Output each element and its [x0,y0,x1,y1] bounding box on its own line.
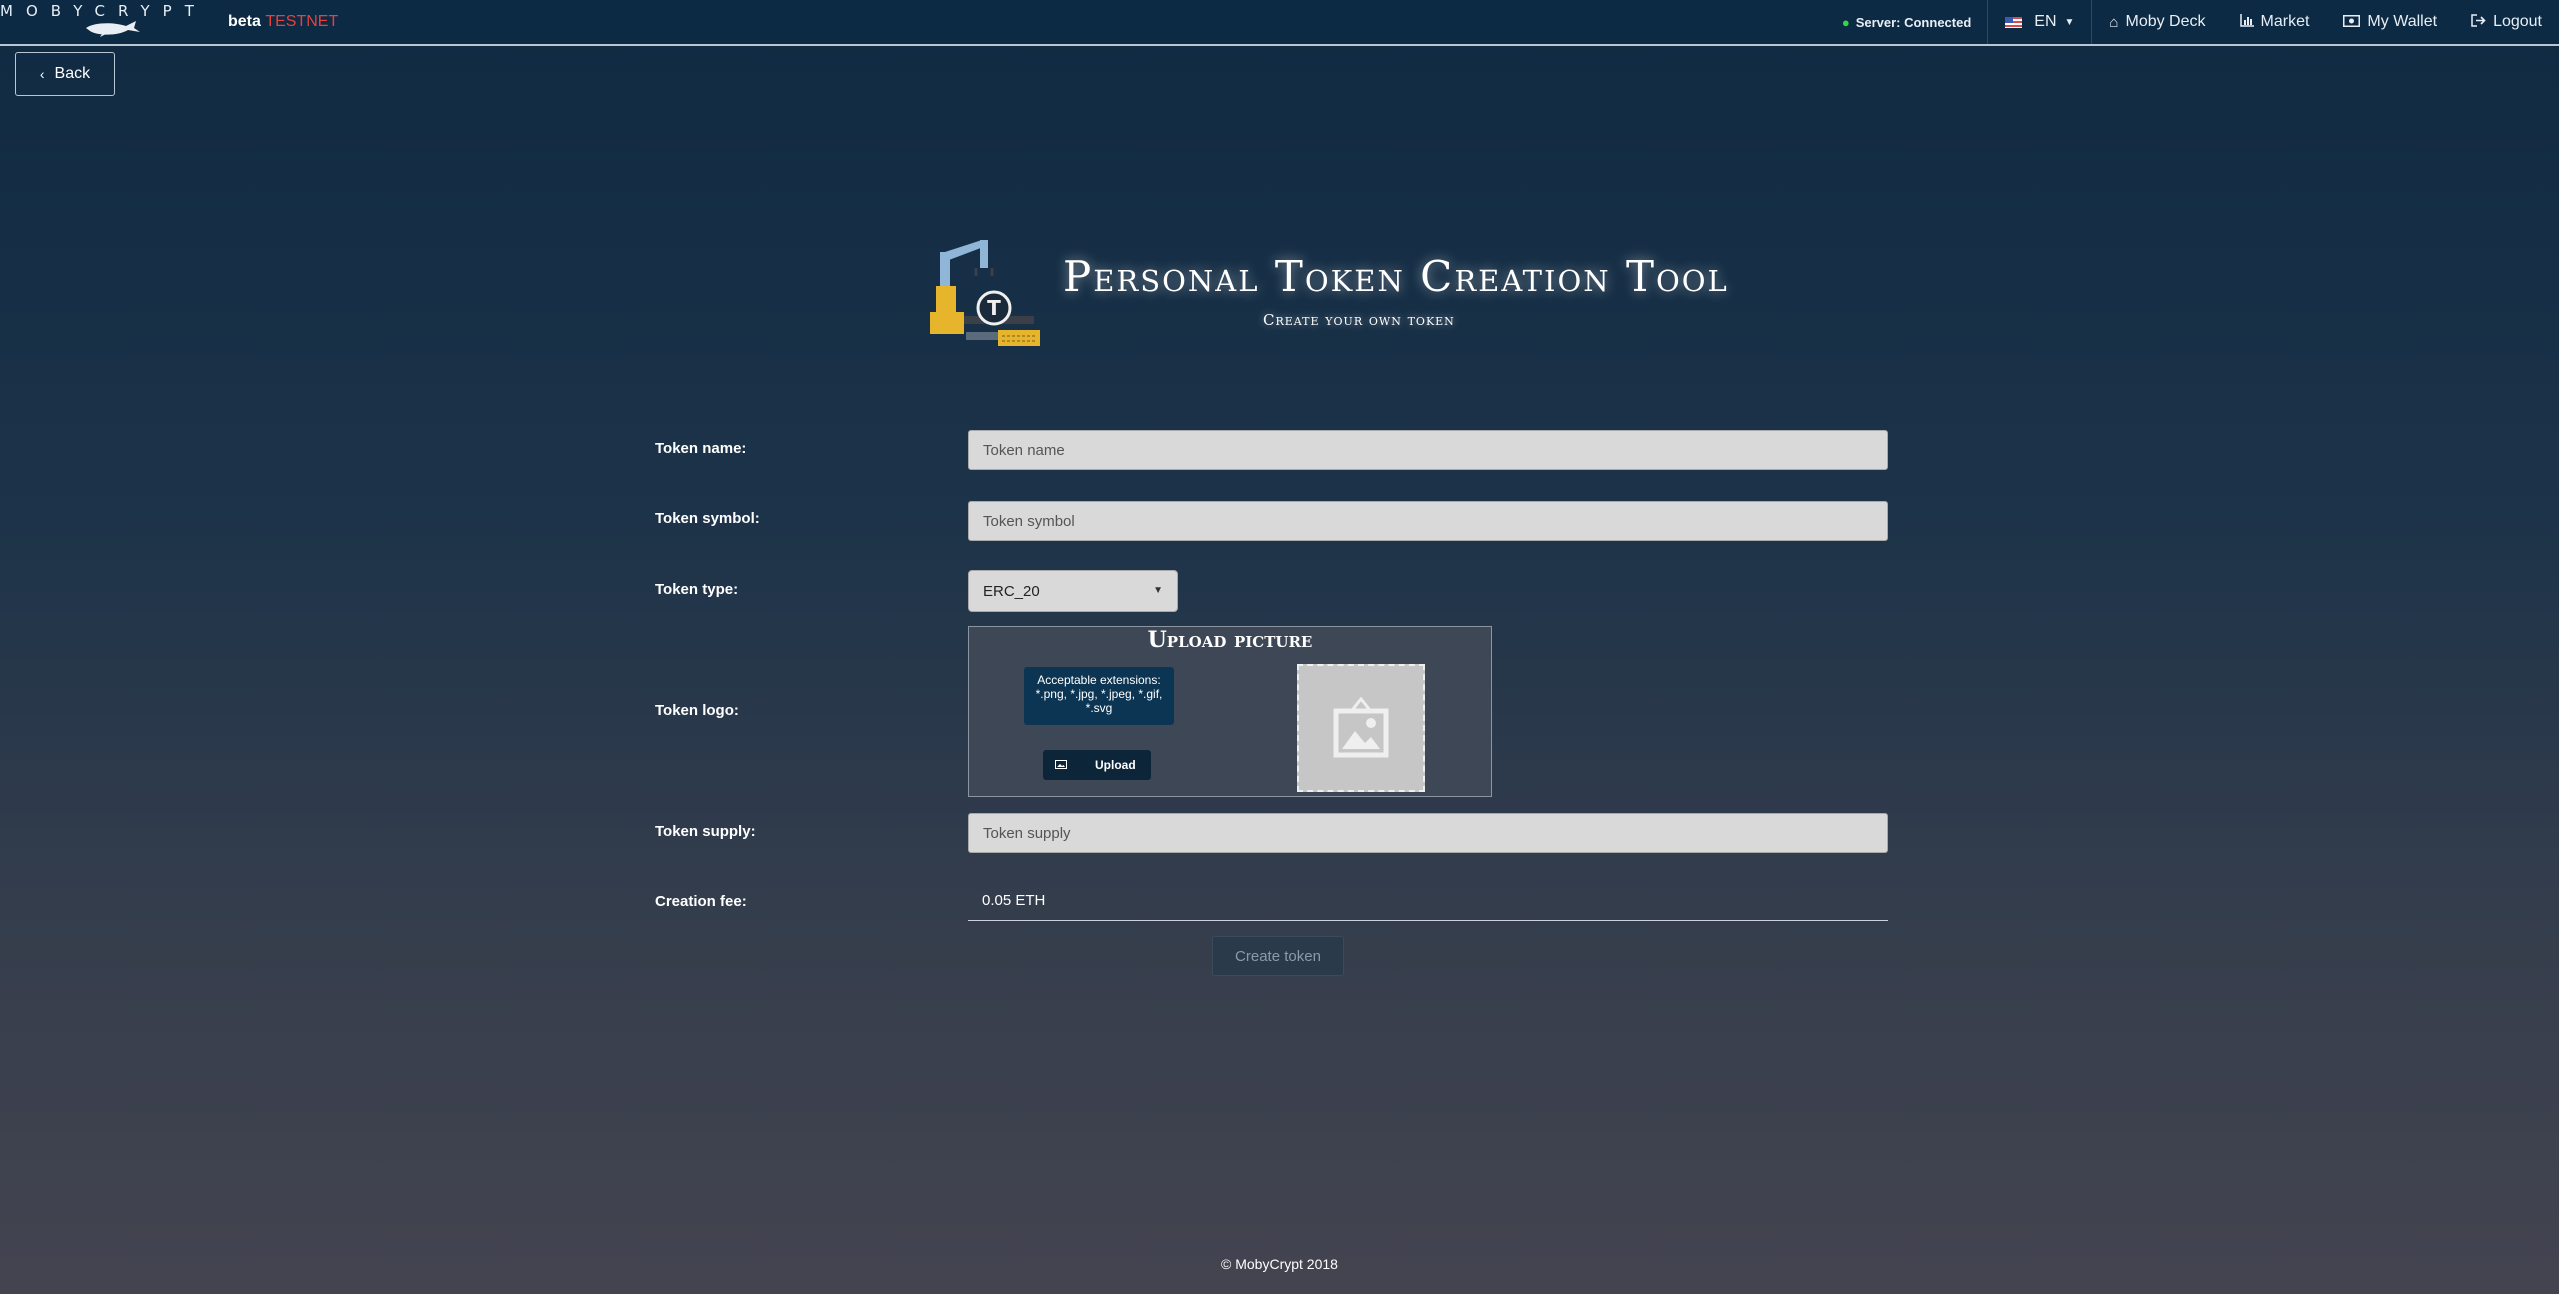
token-logo-label: Token logo: [655,702,739,719]
token-supply-label: Token supply: [655,823,756,840]
create-token-button[interactable]: Create token [1212,936,1344,976]
server-status: ● Server: Connected [1825,0,1987,44]
caret-down-icon: ▼ [2064,16,2075,28]
top-navbar: MOBYCRYPT beta TESTNET ● Server: Connect… [0,0,2559,46]
token-type-value: ERC_20 [983,582,1040,600]
token-symbol-label: Token symbol: [655,510,760,527]
home-icon: ⌂ [2109,13,2119,31]
token-type-select[interactable]: ERC_20 ▼ [968,570,1178,612]
server-status-text: Server: Connected [1855,14,1972,30]
logo-preview[interactable] [1297,664,1425,792]
environment-badge: beta TESTNET [228,13,338,31]
image-placeholder-icon [1333,697,1389,758]
token-name-label: Token name: [655,440,747,457]
page-subtitle: Create your own token [1263,311,1455,329]
whale-icon [86,21,140,37]
caret-down-icon: ▼ [1153,585,1163,596]
bar-chart-icon [2239,13,2254,31]
token-type-label: Token type: [655,581,739,598]
brand-logo[interactable]: MOBYCRYPT [0,0,215,44]
nav-my-wallet[interactable]: My Wallet [2326,0,2454,44]
testnet-label: TESTNET [265,13,339,30]
token-name-input[interactable] [968,430,1888,470]
image-icon [1055,758,1067,772]
nav-market-label: Market [2260,13,2310,30]
nav-my-wallet-label: My Wallet [2367,13,2438,30]
back-button[interactable]: ‹ Back [15,52,115,96]
robot-arm-icon: T [930,240,1040,346]
creation-fee-value: 0.05 ETH [968,881,1888,921]
token-symbol-input[interactable] [968,501,1888,541]
language-dropdown[interactable]: EN ▼ [1987,0,2091,44]
token-supply-input[interactable] [968,813,1888,853]
nav-market[interactable]: Market [2223,0,2327,44]
upload-button[interactable]: Upload [1043,750,1151,780]
page-title: Personal Token Creation Tool [1063,252,1729,301]
nav-moby-deck[interactable]: ⌂ Moby Deck [2091,0,2222,44]
nav-logout-label: Logout [2493,13,2542,30]
footer-copyright: © MobyCrypt 2018 [1221,1256,1338,1272]
extensions-tooltip: Acceptable extensions: *.png, *.jpg, *.j… [1024,667,1174,725]
nav-logout[interactable]: Logout [2454,0,2559,44]
svg-text:T: T [987,296,1001,320]
upload-label: Upload [1095,758,1136,772]
creation-fee-label: Creation fee: [655,893,747,910]
back-label: Back [54,65,91,82]
beta-label: beta [228,13,261,30]
language-label: EN [2034,13,2057,30]
sign-out-icon [2471,13,2486,31]
nav-moby-deck-label: Moby Deck [2125,13,2206,30]
plug-icon: ● [1841,14,1850,30]
us-flag-icon [2005,16,2023,28]
logo-upload-panel: Upload picture Acceptable extensions: *.… [968,626,1492,797]
chevron-left-icon: ‹ [39,66,45,82]
upload-picture-title: Upload picture [1147,627,1313,653]
money-icon [2343,14,2361,31]
